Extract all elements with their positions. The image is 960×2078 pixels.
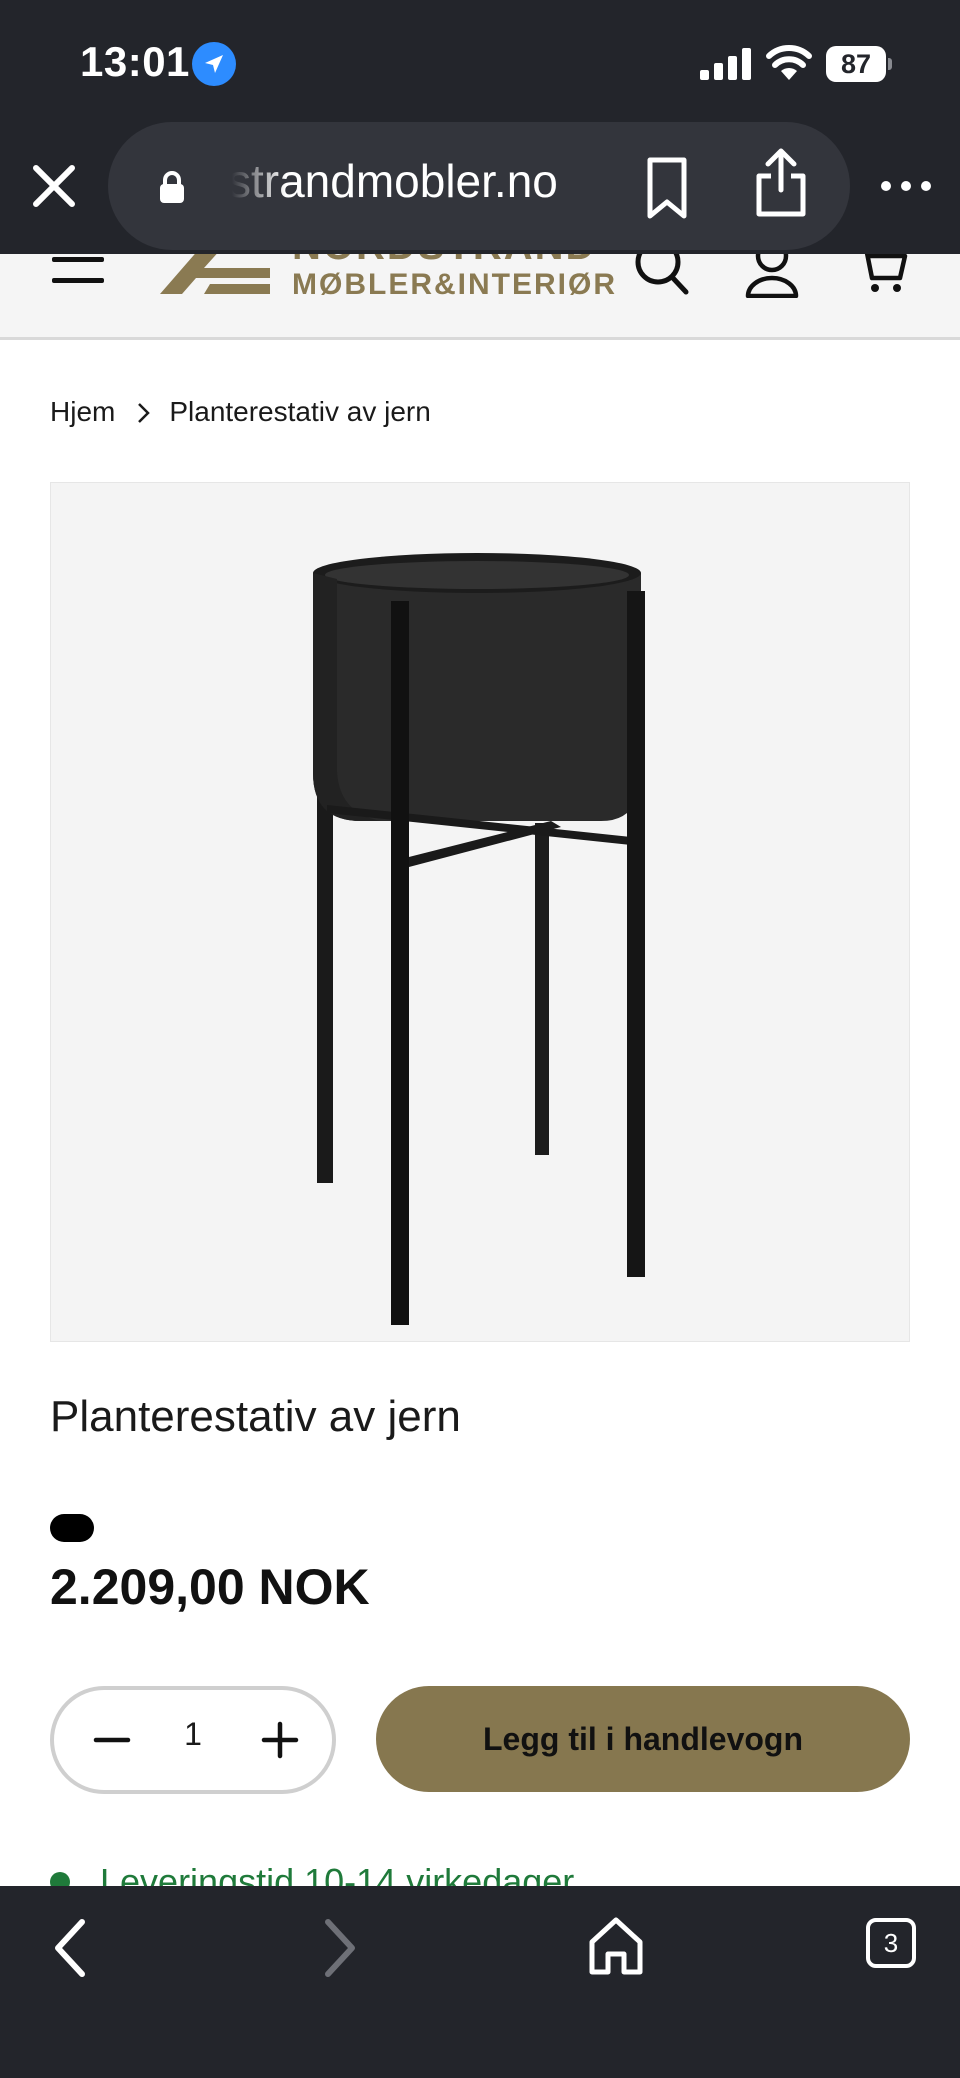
wifi-icon [766, 44, 812, 82]
address-bar[interactable]: strandmobler.no [108, 122, 850, 250]
chevron-right-icon [127, 400, 161, 424]
menu-line [52, 257, 104, 262]
menu-line [52, 278, 104, 283]
menu-icon[interactable] [52, 254, 104, 300]
breadcrumb-current: Planterestativ av jern [169, 396, 431, 427]
quantity-value[interactable]: 1 [154, 1716, 232, 1753]
tabs-icon[interactable]: 3 [866, 1918, 916, 1968]
status-bar: 13:01 87 [0, 0, 960, 120]
color-swatch[interactable] [50, 1514, 94, 1542]
home-icon[interactable] [586, 1914, 646, 1978]
more-icon[interactable] [876, 164, 936, 208]
browser-toolbar-bottom: 3 [0, 1886, 960, 2078]
plus-icon[interactable] [250, 1710, 310, 1770]
back-icon[interactable] [48, 1916, 92, 1980]
add-to-cart-button[interactable]: Legg til i handlevogn [376, 1686, 910, 1792]
battery-icon: 87 [826, 46, 892, 82]
search-icon[interactable] [632, 254, 692, 302]
url-fade [226, 142, 286, 232]
cart-icon[interactable] [856, 254, 908, 296]
screen: 13:01 87 strandmobler.no MØBLER&INTERIØR… [0, 0, 960, 2078]
breadcrumb-home[interactable]: Hjem [50, 396, 115, 428]
quantity-stepper: 1 [50, 1686, 336, 1794]
status-time: 13:01 [80, 38, 190, 85]
logo-text-bottom: MØBLER&INTERIØR [292, 268, 617, 301]
breadcrumb: Hjem Planterestativ av jern [50, 392, 431, 432]
browser-toolbar-top: strandmobler.no [0, 120, 960, 254]
battery-tip [888, 58, 892, 70]
account-icon[interactable] [744, 254, 800, 299]
close-icon[interactable] [26, 158, 82, 214]
bookmark-icon[interactable] [640, 154, 694, 222]
lock-icon [158, 170, 186, 204]
product-price: 2.209,00 NOK [50, 1559, 370, 1615]
site-header: NORDSTRAND MØBLER&INTERIØR [0, 254, 960, 340]
forward-icon[interactable] [318, 1916, 362, 1980]
product-image[interactable] [50, 482, 910, 1342]
product-title: Planterestativ av jern [50, 1392, 461, 1441]
logo-mark [160, 254, 270, 294]
battery-level: 87 [840, 49, 872, 79]
location-arrow-icon [192, 42, 236, 86]
logo-text-top: NORDSTRAND [292, 254, 596, 269]
cellular-signal-icon [700, 48, 752, 80]
minus-icon[interactable] [82, 1710, 142, 1770]
share-icon[interactable] [752, 146, 810, 218]
site-logo[interactable]: NORDSTRAND MØBLER&INTERIØR [160, 254, 620, 324]
